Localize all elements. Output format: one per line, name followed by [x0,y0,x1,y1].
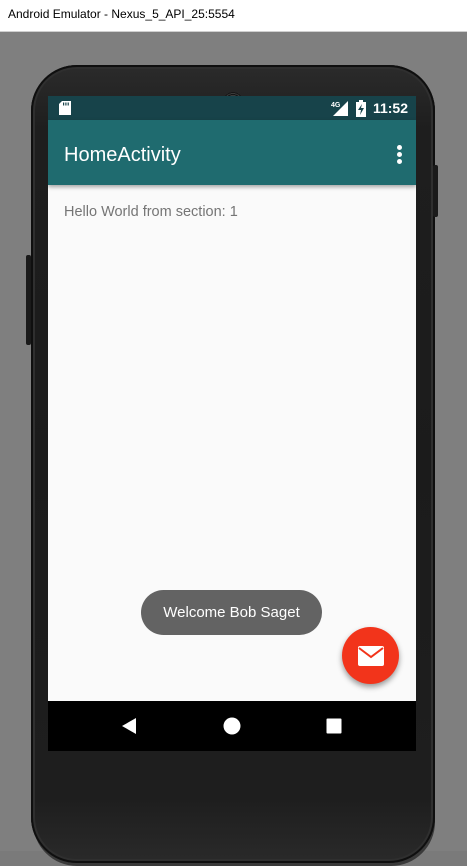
home-button[interactable] [217,712,247,740]
volume-button[interactable] [433,165,438,217]
status-bar: 4G 11:52 [48,96,416,120]
sd-card-icon [59,101,71,115]
window-title: Android Emulator - Nexus_5_API_25:5554 [8,7,235,21]
window-titlebar[interactable]: Android Emulator - Nexus_5_API_25:5554 [0,0,467,32]
home-icon [223,717,241,735]
section-label: Hello World from section: 1 [64,204,238,220]
more-vert-icon[interactable] [392,142,406,166]
status-clock: 11:52 [372,100,408,116]
navigation-bar [48,701,416,751]
app-bar: HomeActivity [48,120,416,185]
network-type-label: 4G [331,102,341,109]
recents-icon [326,718,342,734]
back-icon [122,718,136,734]
battery-icon [355,99,366,117]
mail-fab-button[interactable] [342,627,399,684]
toast-message: Welcome Bob Saget [141,590,322,635]
recents-button[interactable] [319,712,349,740]
mail-icon [357,645,384,666]
device-screen: 4G 11:52 HomeActivity Hello World from s… [48,96,416,751]
power-button[interactable] [26,255,31,345]
toast-text: Welcome Bob Saget [163,604,300,621]
app-title: HomeActivity [64,144,181,166]
status-icons: 4G 11:52 [331,98,408,118]
back-button[interactable] [114,712,144,740]
signal-icon: 4G [331,101,348,116]
